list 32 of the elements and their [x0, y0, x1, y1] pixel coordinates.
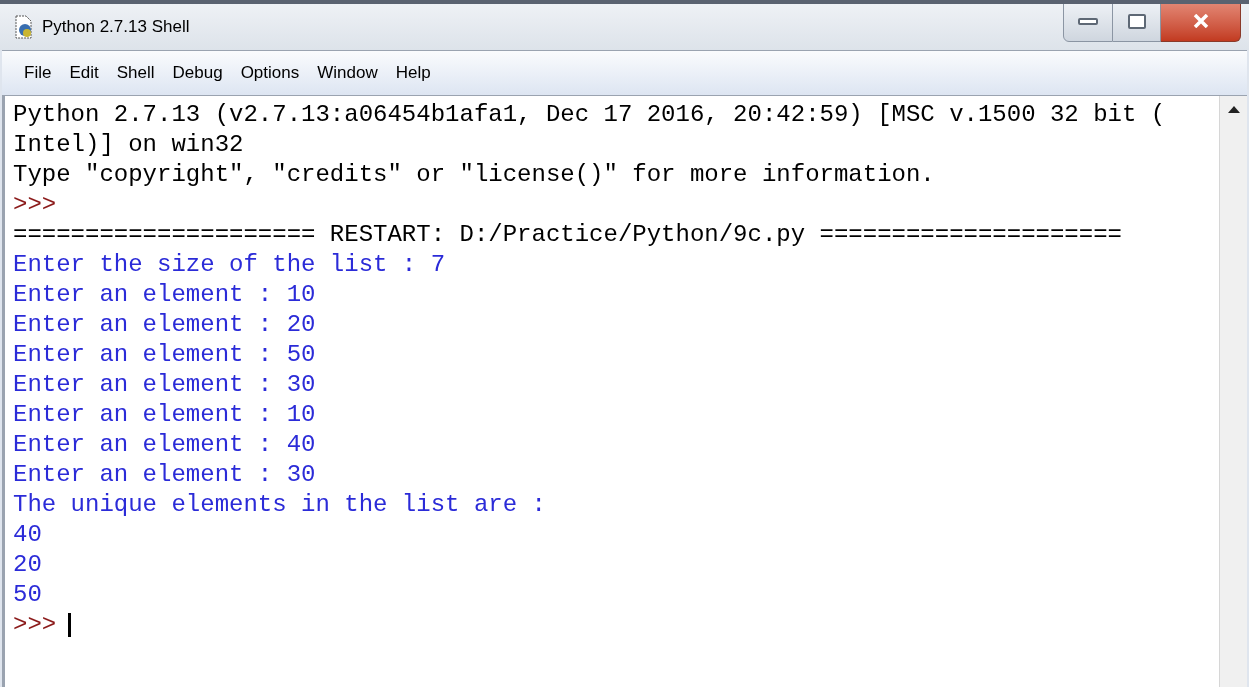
console-line: 50 — [13, 580, 42, 610]
console-line: Python 2.7.13 (v2.7.13:a06454b1afa1, Dec 17 2016, 20:42:59) [MSC v.1500 32 bit ( — [13, 100, 1166, 130]
close-icon — [1192, 14, 1209, 28]
menu-item[interactable]: Edit — [69, 60, 99, 86]
console-line: Intel)] on win32 — [13, 130, 244, 160]
python-file-icon — [14, 15, 34, 39]
console-line: Enter an element : 10 — [13, 280, 316, 310]
menu-item[interactable]: Debug — [172, 60, 223, 86]
minimize-button[interactable] — [1063, 4, 1113, 42]
close-button[interactable] — [1161, 4, 1241, 42]
shell-prompt: >>> — [13, 610, 57, 640]
menu-item[interactable]: File — [24, 60, 52, 86]
menu-item[interactable]: Window — [317, 60, 378, 86]
window-title: Python 2.7.13 Shell — [42, 16, 190, 39]
shell-prompt: >>> — [13, 190, 57, 220]
console-line: ===================== RESTART: D:/Practice/Python/9c.py ===================== — [13, 220, 1122, 250]
console-line: Enter an element : 30 — [13, 370, 316, 400]
console-line: Enter an element : 10 — [13, 400, 316, 430]
console-line: Type "copyright", "credits" or "license()" for more information. — [13, 160, 935, 190]
console-line: 20 — [13, 550, 42, 580]
console-line: Enter an element : 20 — [13, 310, 316, 340]
up-arrow-icon — [1227, 106, 1240, 114]
console-line: Enter an element : 50 — [13, 340, 316, 370]
console-line: Enter an element : 40 — [13, 430, 316, 460]
console-line: 40 — [13, 520, 42, 550]
console-line: The unique elements in the list are : — [13, 490, 546, 520]
maximize-button[interactable] — [1113, 4, 1161, 42]
menu-item[interactable]: Shell — [116, 60, 155, 86]
menu-item[interactable]: Help — [395, 60, 431, 86]
console-line: Enter the size of the list : 7 — [13, 250, 446, 280]
console-line: Enter an element : 30 — [13, 460, 316, 490]
menu-item[interactable]: Options — [240, 60, 300, 86]
